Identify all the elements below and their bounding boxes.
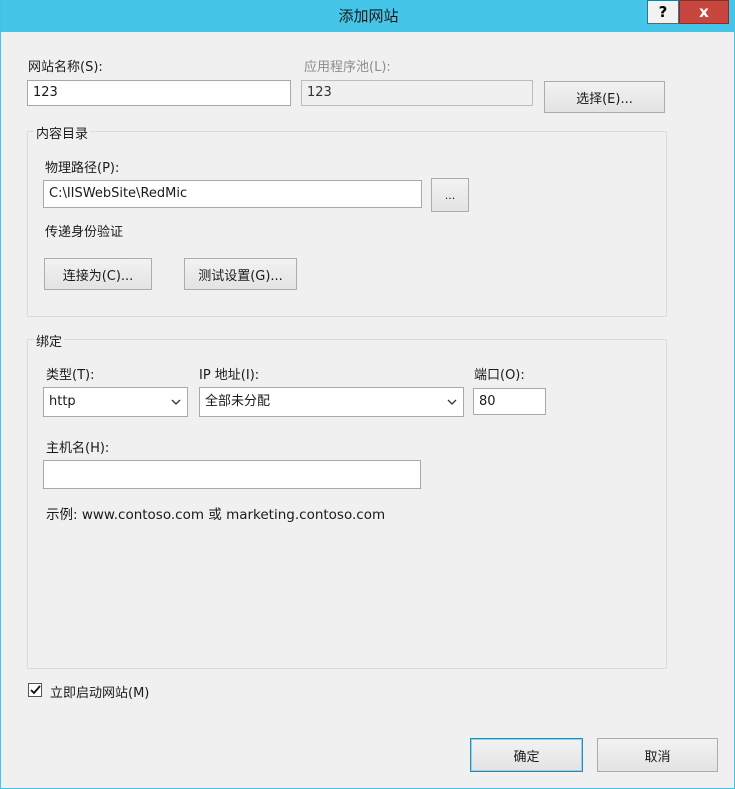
physical-path-label: 物理路径(P): — [45, 161, 120, 176]
port-input[interactable]: 80 — [473, 388, 546, 415]
ok-button[interactable]: 确定 — [470, 738, 583, 772]
browse-ellipsis: ... — [444, 188, 456, 202]
title-bar[interactable]: 添加网站 ? x — [1, 0, 735, 32]
select-app-pool-button[interactable]: 选择(E)... — [544, 81, 665, 113]
start-site-checkbox[interactable] — [28, 683, 42, 697]
ip-address-label: IP 地址(I): — [199, 368, 260, 383]
help-button[interactable]: ? — [647, 0, 679, 24]
start-site-label[interactable]: 立即启动网站(M) — [50, 682, 149, 701]
type-select-value: http — [49, 394, 76, 409]
checkmark-icon — [29, 685, 41, 695]
binding-title: 绑定 — [34, 331, 65, 350]
host-name-example: 示例: www.contoso.com 或 marketing.contoso.… — [46, 507, 386, 523]
content-directory-title: 内容目录 — [34, 123, 91, 142]
site-name-input[interactable]: 123 — [27, 80, 291, 106]
chevron-down-icon — [170, 388, 182, 416]
cancel-button[interactable]: 取消 — [597, 738, 718, 772]
chevron-down-icon — [446, 388, 458, 416]
help-icon: ? — [658, 3, 668, 21]
ip-address-select[interactable]: 全部未分配 — [199, 387, 464, 417]
host-name-label: 主机名(H): — [46, 441, 110, 456]
dialog-title: 添加网站 — [338, 7, 399, 25]
ip-address-value: 全部未分配 — [205, 394, 271, 409]
type-select[interactable]: http — [43, 387, 188, 417]
pass-through-auth-label: 传递身份验证 — [45, 225, 124, 240]
site-name-label: 网站名称(S): — [28, 60, 103, 75]
close-button[interactable]: x — [679, 0, 729, 24]
browse-button[interactable]: ... — [431, 178, 469, 212]
host-name-input[interactable] — [43, 460, 421, 489]
connect-as-button[interactable]: 连接为(C)... — [44, 258, 152, 290]
port-label: 端口(O): — [474, 368, 525, 383]
type-label: 类型(T): — [46, 368, 95, 383]
add-website-dialog: 添加网站 ? x 网站名称(S): 123 应用程序池(L): 123 选择(E… — [0, 0, 735, 789]
test-settings-button[interactable]: 测试设置(G)... — [184, 258, 297, 290]
close-icon: x — [699, 3, 709, 21]
app-pool-label: 应用程序池(L): — [304, 60, 391, 75]
physical-path-input[interactable]: C:\IISWebSite\RedMic — [43, 180, 422, 208]
app-pool-field: 123 — [301, 80, 533, 106]
